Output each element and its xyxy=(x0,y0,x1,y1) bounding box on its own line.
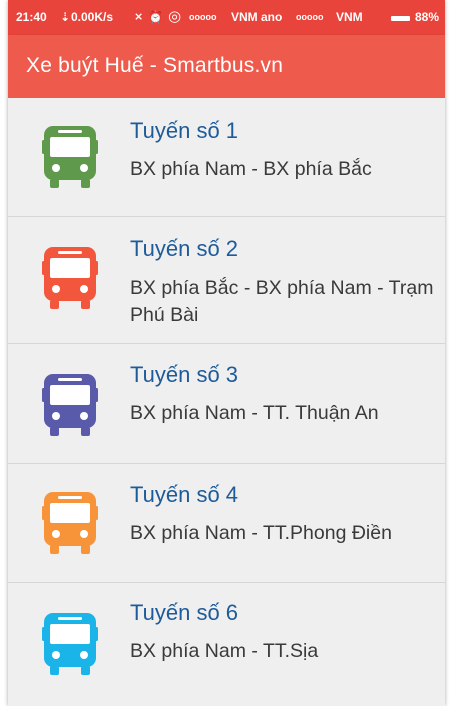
app-title: Xe buýt Huế - Smartbus.vn xyxy=(26,54,284,77)
status-time: 21:40 xyxy=(16,10,47,24)
status-carrier-1: VNM ano xyxy=(231,10,283,24)
route-name: Tuyến số 3 xyxy=(130,362,239,387)
route-name: Tuyến số 1 xyxy=(130,118,239,143)
bus-icon xyxy=(42,492,98,554)
bus-icon xyxy=(42,374,98,436)
route-item-2[interactable]: Tuyến số 2 BX phía Bắc - BX phía Nam - T… xyxy=(8,217,445,344)
route-desc: BX phía Nam - TT. Thuận An xyxy=(130,402,379,424)
route-name: Tuyến số 2 xyxy=(130,236,239,261)
status-bar: 21:40 ⇣ 0.00K/s ⨯ ⏰ ◎ ooooo VNM ano oooo… xyxy=(8,0,445,35)
route-item-1[interactable]: Tuyến số 1 BX phía Nam - BX phía Bắc xyxy=(8,98,445,217)
route-item-3[interactable]: Tuyến số 3 BX phía Nam - TT. Thuận An xyxy=(8,344,445,464)
app-bar: Xe buýt Huế - Smartbus.vn xyxy=(8,35,445,98)
route-name: Tuyến số 6 xyxy=(130,600,239,625)
alarm-icon: ⏰ xyxy=(148,10,163,24)
battery-icon xyxy=(391,16,410,21)
status-carrier-2: VNM xyxy=(336,10,363,24)
bus-icon xyxy=(42,126,98,188)
data-saver-icon: ⇣ xyxy=(60,10,71,24)
status-battery: 88% xyxy=(415,10,440,24)
route-desc: BX phía Bắc - BX phía Nam - Trạm Phú Bài xyxy=(130,277,434,326)
route-name: Tuyến số 4 xyxy=(130,482,239,507)
route-item-4[interactable]: Tuyến số 4 BX phía Nam - TT.Phong Điền xyxy=(8,464,445,583)
route-desc: BX phía Nam - BX phía Bắc xyxy=(130,158,372,180)
route-desc: BX phía Nam - TT.Phong Điền xyxy=(130,522,392,544)
bus-icon xyxy=(42,247,98,309)
route-item-5[interactable]: Tuyến số 6 BX phía Nam - TT.Sịa xyxy=(8,583,445,706)
status-net-speed: 0.00K/s xyxy=(71,10,114,24)
bus-icon xyxy=(42,613,98,675)
signal-dots-icon: ooooo xyxy=(296,12,324,22)
hotspot-icon: ◎ xyxy=(168,8,182,25)
app-window: 21:40 ⇣ 0.00K/s ⨯ ⏰ ◎ ooooo VNM ano oooo… xyxy=(8,0,445,706)
route-desc: BX phía Nam - TT.Sịa xyxy=(130,640,319,662)
signal-dots-icon: ooooo xyxy=(189,12,217,22)
silent-icon: ⨯ xyxy=(134,11,144,23)
